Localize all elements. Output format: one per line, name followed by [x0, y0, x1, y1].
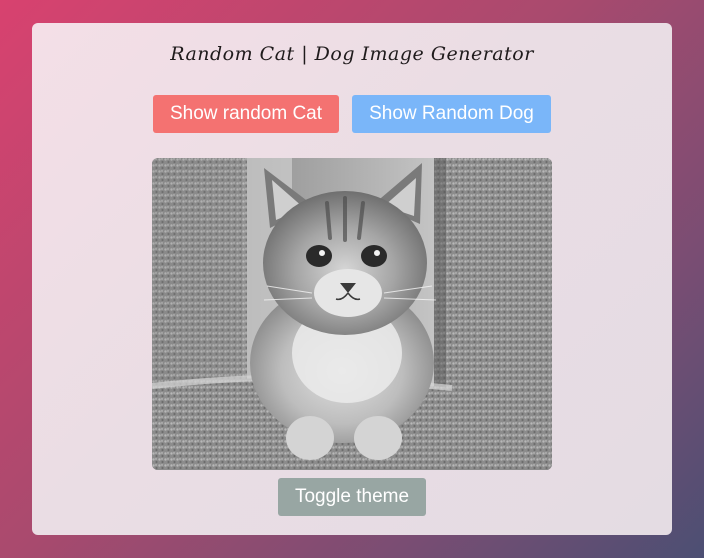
generator-card: Random Cat | Dog Image Generator Show ra…	[32, 23, 672, 535]
toggle-theme-button[interactable]: Toggle theme	[278, 478, 426, 516]
random-animal-image	[152, 158, 552, 470]
show-random-dog-button[interactable]: Show Random Dog	[352, 95, 551, 133]
page-title: Random Cat | Dog Image Generator	[170, 43, 534, 65]
show-random-cat-button[interactable]: Show random Cat	[153, 95, 339, 133]
kitten-photo	[152, 158, 552, 470]
